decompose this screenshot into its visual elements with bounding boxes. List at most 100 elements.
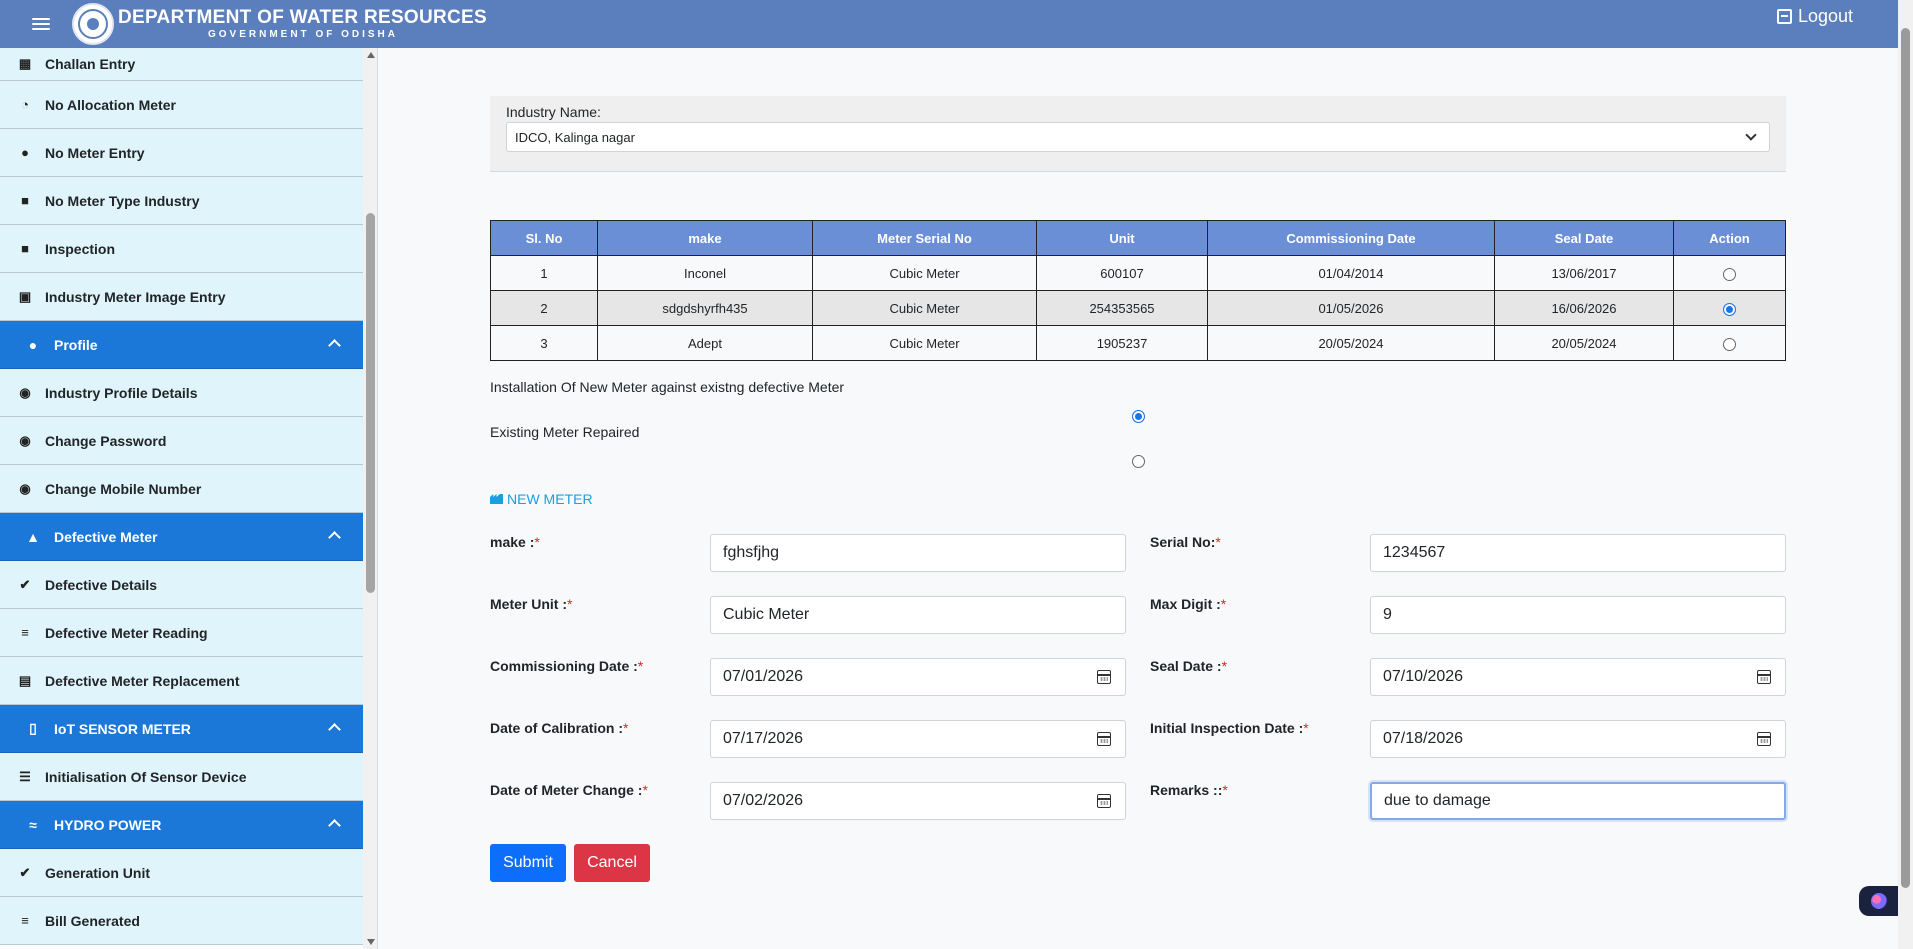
- sidebar-section-profile[interactable]: ● Profile: [0, 321, 363, 369]
- sidebar-item-initialisation-of-sensor-device[interactable]: ☰ Initialisation Of Sensor Device: [0, 753, 363, 801]
- edit-list-icon: ≡: [21, 913, 29, 928]
- row-select-radio[interactable]: [1723, 267, 1736, 281]
- required-mark: *: [642, 782, 648, 798]
- col-seal-date: Seal Date: [1494, 220, 1674, 256]
- cell-seal: 13/06/2017: [1494, 255, 1674, 291]
- calendar-icon[interactable]: [1097, 670, 1111, 684]
- page-scroll-thumb[interactable]: [1901, 28, 1910, 888]
- cancel-button[interactable]: Cancel: [574, 844, 650, 882]
- cell-seal: 20/05/2024: [1494, 325, 1674, 361]
- sidebar-scrollbar[interactable]: [363, 48, 377, 949]
- sidebar-item-defective-details[interactable]: ✔ Defective Details: [0, 561, 363, 609]
- inspection-date-input[interactable]: 07/18/2026: [1370, 720, 1786, 758]
- sidebar-item-no-meter-type-industry[interactable]: ■ No Meter Type Industry: [0, 177, 363, 225]
- sidebar-section-label: Profile: [54, 336, 98, 353]
- sidebar-section-label: IoT SENSOR METER: [54, 720, 191, 737]
- required-mark: *: [1221, 658, 1228, 674]
- calendar-icon[interactable]: [1757, 732, 1771, 746]
- scroll-up-icon[interactable]: [367, 52, 375, 58]
- col-unit: Unit: [1036, 220, 1208, 256]
- sidebar-item-label: Industry Meter Image Entry: [45, 288, 226, 305]
- install-new-radio[interactable]: [1132, 410, 1145, 423]
- sidebar-item-label: No Meter Type Industry: [45, 192, 200, 209]
- sidebar-item-industry-meter-image-entry[interactable]: ▣ Industry Meter Image Entry: [0, 273, 363, 321]
- required-mark: *: [1215, 534, 1221, 550]
- sidebar-item-challan-entry[interactable]: ▦ Challan Entry: [0, 48, 363, 81]
- sidebar-item-defective-meter-reading[interactable]: ≡ Defective Meter Reading: [0, 609, 363, 657]
- assistant-launcher-button[interactable]: [1859, 886, 1899, 916]
- scroll-down-icon[interactable]: [367, 939, 375, 945]
- water-waves-icon: ≈: [29, 816, 37, 833]
- sidebar-item-generation-unit[interactable]: ✔ Generation Unit: [0, 849, 363, 897]
- max-digit-input[interactable]: 9: [1370, 596, 1786, 634]
- warning-icon: ▲: [26, 528, 40, 545]
- calibration-date-value: 07/17/2026: [723, 730, 804, 747]
- sensor-icon: ▯: [29, 720, 37, 736]
- sidebar-item-label: Defective Details: [45, 576, 158, 593]
- edit-list-icon: ≡: [21, 625, 29, 640]
- sidebar-section-iot-sensor-meter[interactable]: ▯ IoT SENSOR METER: [0, 705, 363, 753]
- briefcase-icon: ■: [21, 193, 29, 208]
- row-select-radio[interactable]: [1723, 337, 1736, 351]
- sidebar-item-label: No Allocation Meter: [45, 96, 176, 113]
- person-icon: ●: [28, 336, 38, 353]
- cell-unit: 254353565: [1036, 290, 1208, 326]
- sidebar-item-label: Initialisation Of Sensor Device: [45, 768, 247, 785]
- meter-change-date-label: Date of Meter Change :*: [490, 782, 648, 798]
- sidebar-item-no-allocation-meter[interactable]: ◔ No Allocation Meter: [0, 81, 363, 129]
- sidebar-item-industry-profile-details[interactable]: ◉ Industry Profile Details: [0, 369, 363, 417]
- cell-action: [1673, 325, 1786, 361]
- meter-change-date-value: 07/02/2026: [723, 792, 804, 809]
- sidebar-item-defective-meter-replacement[interactable]: ▤ Defective Meter Replacement: [0, 657, 363, 705]
- row-select-radio[interactable]: [1723, 302, 1736, 316]
- industry-select[interactable]: IDCO, Kalinga nagar: [506, 122, 1770, 152]
- sidebar-item-no-meter-entry[interactable]: ● No Meter Entry: [0, 129, 363, 177]
- logout-button[interactable]: Logout: [1776, 6, 1853, 27]
- factory-icon: [490, 494, 503, 504]
- menu-toggle-icon[interactable]: [32, 18, 50, 30]
- make-input[interactable]: fghsfjhg: [710, 534, 1126, 572]
- sidebar-item-inspection[interactable]: ■ Inspection: [0, 225, 363, 273]
- meter-unit-input[interactable]: Cubic Meter: [710, 596, 1126, 634]
- industry-label: Industry Name:: [506, 104, 601, 120]
- chevron-up-icon: [328, 723, 341, 736]
- sidebar-item-bill-generated[interactable]: ≡ Bill Generated: [0, 897, 363, 945]
- sidebar-section-defective-meter[interactable]: ▲ Defective Meter: [0, 513, 363, 561]
- calendar-icon[interactable]: [1757, 670, 1771, 684]
- sidebar-section-hydro-power[interactable]: ≈ HYDRO POWER: [0, 801, 363, 849]
- cell-action: [1673, 290, 1786, 326]
- sidebar-item-change-password[interactable]: ◉ Change Password: [0, 417, 363, 465]
- page-scrollbar[interactable]: [1898, 0, 1913, 949]
- calendar-icon[interactable]: [1097, 732, 1111, 746]
- sidebar-item-label: Challan Entry: [45, 56, 136, 72]
- cell-commissioning: 20/05/2024: [1207, 325, 1495, 361]
- sidebar-item-label: No Meter Entry: [45, 144, 145, 161]
- cell-seal: 16/06/2026: [1494, 290, 1674, 326]
- serial-input[interactable]: 1234567: [1370, 534, 1786, 572]
- calibration-date-input[interactable]: 07/17/2026: [710, 720, 1126, 758]
- main-content: Industry Name: IDCO, Kalinga nagar Sl. N…: [490, 96, 1786, 882]
- industry-selected-value: IDCO, Kalinga nagar: [515, 129, 635, 145]
- sidebar-item-label: Change Password: [45, 432, 167, 449]
- sidebar-scroll-thumb[interactable]: [366, 213, 375, 593]
- commissioning-date-input[interactable]: 07/01/2026: [710, 658, 1126, 696]
- calendar-icon[interactable]: [1097, 794, 1111, 808]
- cell-action: [1673, 255, 1786, 291]
- repaired-radio[interactable]: [1132, 455, 1145, 468]
- sidebar-section-label: Defective Meter: [54, 528, 158, 545]
- meter-change-date-input[interactable]: 07/02/2026: [710, 782, 1126, 820]
- user-circle-icon: ◉: [19, 384, 31, 400]
- new-meter-title: NEW METER: [507, 491, 593, 507]
- meter-table: Sl. No make Meter Serial No Unit Commiss…: [490, 220, 1786, 361]
- assistant-icon: [1871, 893, 1887, 909]
- commissioning-date-label-text: Commissioning Date :: [490, 658, 638, 674]
- cell-make: sdgdshyrfh435: [597, 290, 813, 326]
- user-circle-icon: ◉: [19, 432, 31, 448]
- sidebar-item-change-mobile-number[interactable]: ◉ Change Mobile Number: [0, 465, 363, 513]
- submit-button[interactable]: Submit: [490, 844, 566, 882]
- seal-date-input[interactable]: 07/10/2026: [1370, 658, 1786, 696]
- remarks-input[interactable]: due to damage: [1370, 782, 1786, 820]
- commissioning-date-label: Commissioning Date :*: [490, 658, 643, 674]
- cell-make: Inconel: [597, 255, 813, 291]
- sidebar-item-label: Inspection: [45, 240, 116, 257]
